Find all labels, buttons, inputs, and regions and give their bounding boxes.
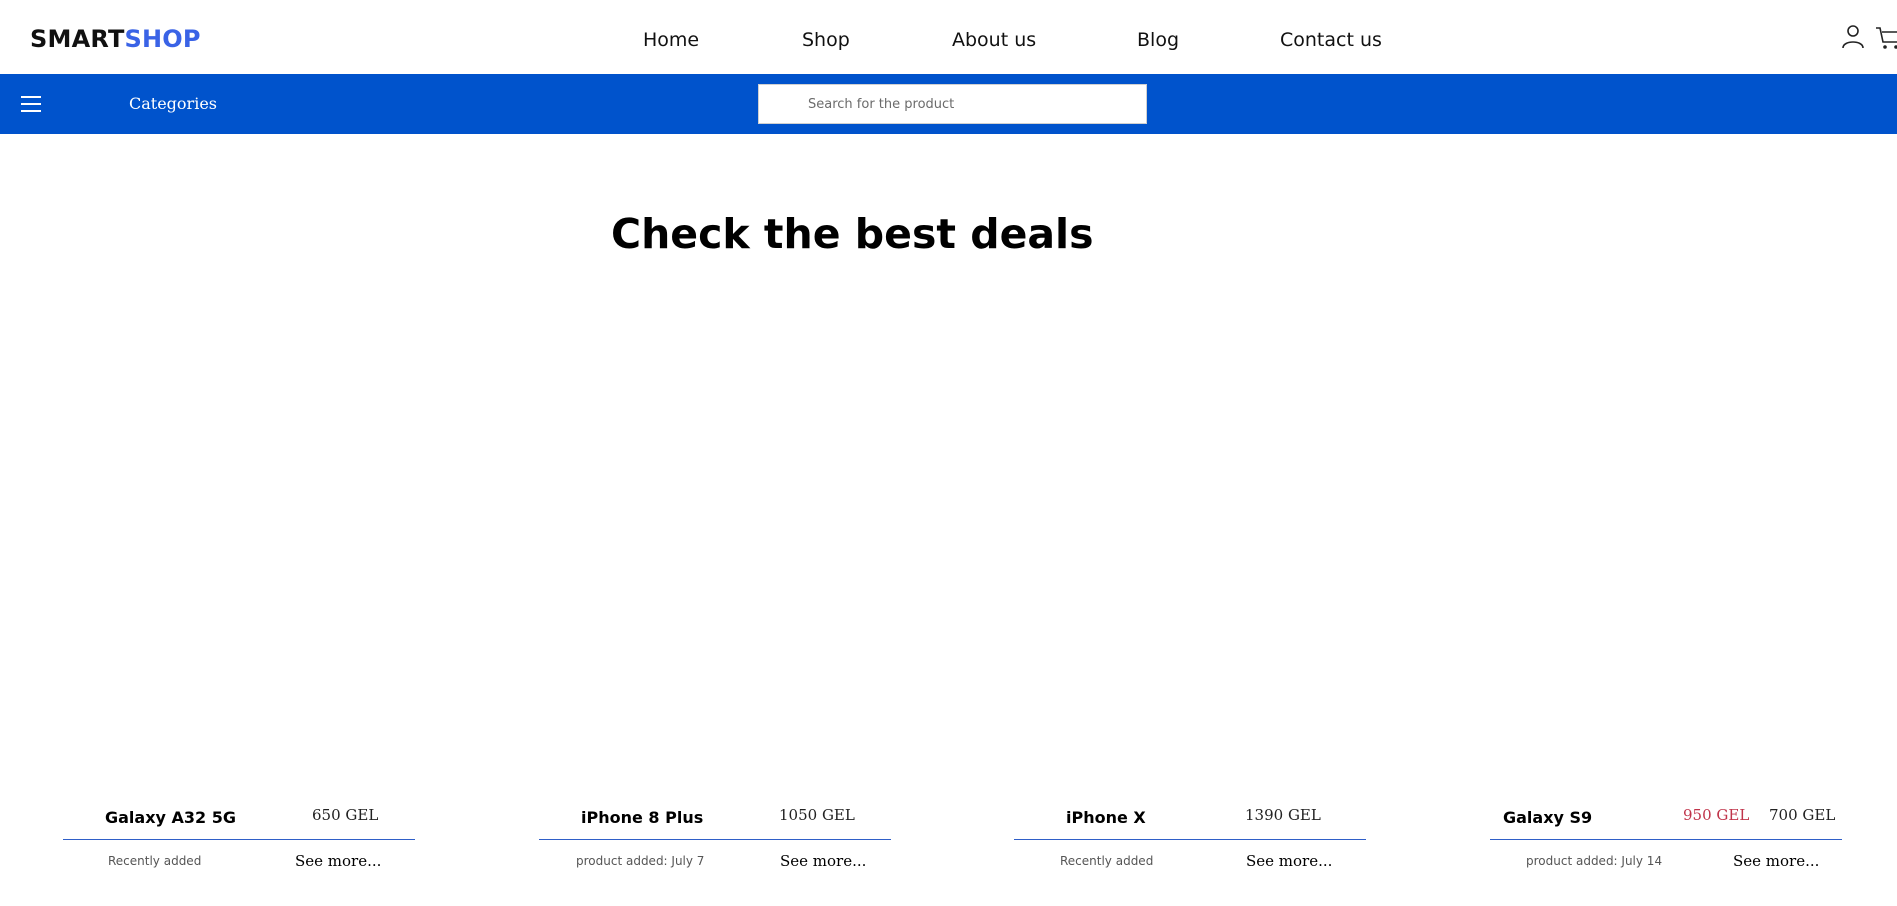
categories-label[interactable]: Categories bbox=[129, 94, 217, 114]
product-name: iPhone 8 Plus bbox=[581, 808, 704, 827]
search-input[interactable] bbox=[758, 84, 1147, 124]
page-title: Check the best deals bbox=[611, 210, 1094, 258]
nav-blog[interactable]: Blog bbox=[1137, 28, 1179, 52]
product-card[interactable]: iPhone 8 Plus 1050 GEL product added: Ju… bbox=[539, 800, 891, 906]
nav-contact-us[interactable]: Contact us bbox=[1280, 28, 1382, 52]
product-name: Galaxy A32 5G bbox=[105, 808, 237, 827]
logo[interactable]: SMARTSHOP bbox=[30, 24, 201, 54]
product-card[interactable]: Galaxy S9 950 GEL 700 GEL product added:… bbox=[1490, 800, 1842, 906]
see-more-link[interactable]: See more... bbox=[295, 852, 381, 870]
product-note: Recently added bbox=[1060, 854, 1154, 868]
logo-shop: SHOP bbox=[124, 25, 201, 53]
product-note: product added: July 14 bbox=[1526, 854, 1663, 868]
user-icon[interactable] bbox=[1838, 22, 1868, 52]
product-card[interactable]: Galaxy A32 5G 650 GEL Recently added See… bbox=[63, 800, 415, 906]
product-price: 1390 GEL bbox=[1245, 806, 1321, 824]
see-more-link[interactable]: See more... bbox=[1246, 852, 1332, 870]
product-note: product added: July 7 bbox=[576, 854, 705, 868]
product-old-price: 950 GEL bbox=[1683, 806, 1750, 824]
product-card[interactable]: iPhone X 1390 GEL Recently added See mor… bbox=[1014, 800, 1366, 906]
product-price: 700 GEL bbox=[1769, 806, 1836, 824]
divider bbox=[1014, 839, 1366, 840]
site-header: SMARTSHOP Home Shop About us Blog Contac… bbox=[0, 0, 1897, 74]
see-more-link[interactable]: See more... bbox=[1733, 852, 1819, 870]
product-note: Recently added bbox=[108, 854, 202, 868]
nav-home[interactable]: Home bbox=[643, 28, 699, 52]
nav-about-us[interactable]: About us bbox=[952, 28, 1036, 52]
nav-shop[interactable]: Shop bbox=[802, 28, 850, 52]
divider bbox=[539, 839, 891, 840]
see-more-link[interactable]: See more... bbox=[780, 852, 866, 870]
divider bbox=[63, 839, 415, 840]
product-name: iPhone X bbox=[1066, 808, 1146, 827]
product-price: 1050 GEL bbox=[779, 806, 855, 824]
cart-icon[interactable] bbox=[1874, 22, 1897, 52]
product-price: 650 GEL bbox=[312, 806, 379, 824]
product-name: Galaxy S9 bbox=[1503, 808, 1593, 827]
hamburger-icon[interactable] bbox=[21, 96, 43, 114]
logo-smart: SMART bbox=[30, 25, 125, 53]
divider bbox=[1490, 839, 1842, 840]
category-search-bar: Categories bbox=[0, 74, 1897, 134]
